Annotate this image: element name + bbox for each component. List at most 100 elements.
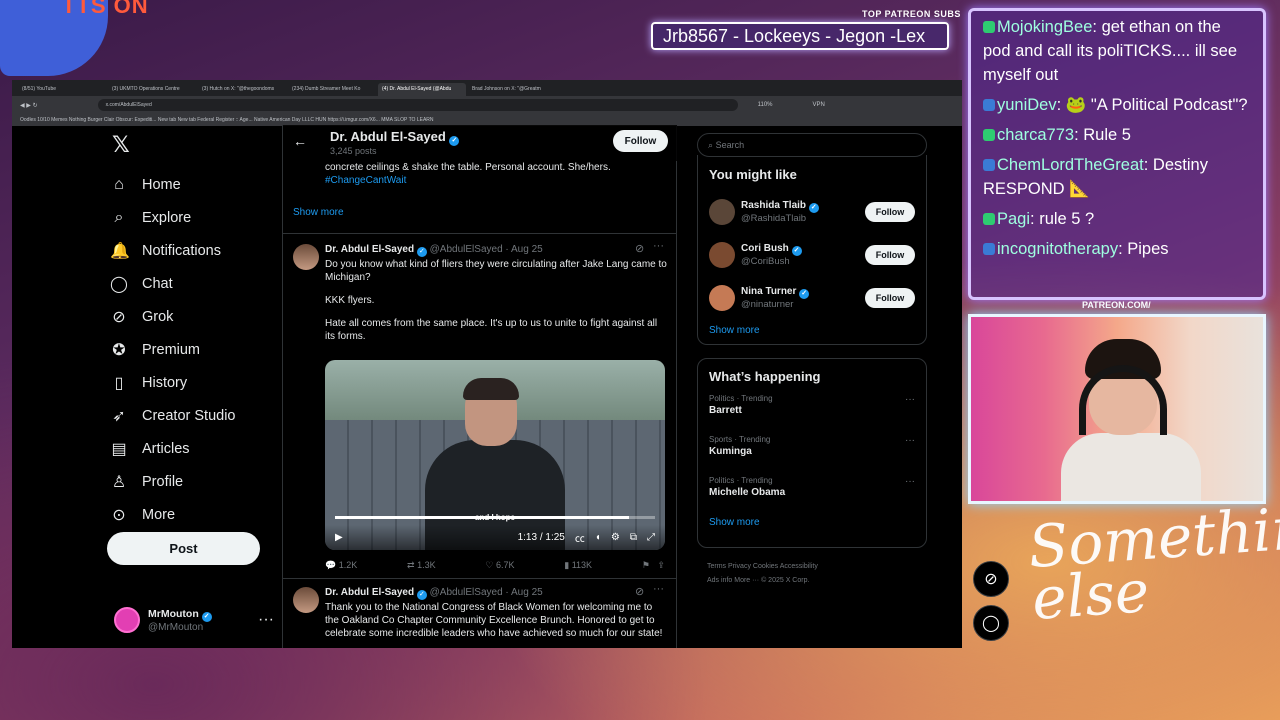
chat-username[interactable]: charca773 <box>997 126 1074 144</box>
trend-name: Michelle Obama <box>709 487 786 498</box>
heart-icon: ♡ <box>485 560 494 570</box>
follow-button[interactable]: Follow <box>865 287 915 308</box>
tweet-author[interactable]: Dr. Abdul El-Sayed <box>325 587 414 598</box>
avatar[interactable] <box>709 241 735 268</box>
repost-count: 1.3K <box>417 560 436 570</box>
tweet-date[interactable]: Aug 25 <box>511 244 543 255</box>
browser-tab[interactable]: (8/51) YouTube <box>18 83 106 96</box>
sidebar-item-articles[interactable]: ▤ Articles <box>110 432 310 465</box>
account-name: MrMouton <box>148 607 199 620</box>
account-name[interactable]: Cori Bush <box>741 243 789 254</box>
chat-fab-icon[interactable]: ◯ <box>973 605 1009 641</box>
search-input[interactable]: ⌕ Search <box>697 133 927 157</box>
tweet-handle[interactable]: @AbdulElSayed <box>430 587 503 598</box>
more-dots-icon[interactable]: ··· <box>905 435 915 446</box>
tweet[interactable]: Dr. Abdul El-Sayed ✓ @AbdulElSayed · Aug… <box>283 233 677 578</box>
account-switcher[interactable]: MrMouton ✓ @MrMouton ··· <box>114 605 274 635</box>
suggested-account[interactable]: Rashida Tlaib ✓ @RashidaTlaib Follow <box>709 190 915 233</box>
chat-colon: : <box>1074 126 1084 144</box>
more-dots-icon[interactable]: ··· <box>905 394 915 405</box>
account-name[interactable]: Nina Turner <box>741 286 796 297</box>
avatar[interactable] <box>709 284 735 311</box>
share-icon[interactable]: ⇪ <box>657 560 665 570</box>
url-field[interactable]: x.com/AbdulElSayed <box>97 99 738 111</box>
play-icon[interactable]: ▶ <box>335 532 343 543</box>
nav-arrows-icon[interactable]: ◀ ▶ ↻ <box>20 102 38 109</box>
sidebar-item-home[interactable]: ⌂ Home <box>110 168 310 201</box>
sidebar-item-premium[interactable]: ✪ Premium <box>110 333 310 366</box>
profile-bio: concrete ceilings & shake the table. Per… <box>325 161 655 187</box>
more-dots-icon[interactable]: ··· <box>905 476 915 487</box>
chat-username[interactable]: MojokingBee <box>997 18 1092 36</box>
follow-button[interactable]: Follow <box>613 130 668 152</box>
avatar[interactable] <box>293 244 319 270</box>
tweet-video[interactable]: and I hope ▶ 1:13 / 1:25 ㏄ ◖ ⚙ ⧉ ⤢ <box>325 360 665 550</box>
sidebar-item-creator-studio[interactable]: ➶ Creator Studio <box>110 399 310 432</box>
sidebar-item-more[interactable]: ⊙ More <box>110 498 310 531</box>
show-more-link[interactable]: Show more <box>709 517 915 528</box>
browser-tab[interactable]: (3) UKMTO Operations Centre <box>108 83 196 96</box>
browser-tab[interactable]: (3) Hutch on X: "@thegoondoms <box>198 83 286 96</box>
bookmark-icon[interactable]: ⚑ <box>642 560 650 570</box>
sidebar-item-label: History <box>142 374 188 391</box>
reply-button[interactable]: 💬 1.2K <box>325 560 357 571</box>
chat-username[interactable]: Pagi <box>997 210 1030 228</box>
trend-item[interactable]: Sports · Trending Kuminga ··· <box>709 435 915 476</box>
browser-tab[interactable]: (4) Dr. Abdul El-Sayed (@Abdu <box>378 83 466 96</box>
x-logo-icon[interactable]: 𝕏 <box>112 133 130 158</box>
footer-line[interactable]: Terms Privacy Cookies Accessibility <box>707 560 927 574</box>
trend-item[interactable]: Politics · Trending Michelle Obama ··· <box>709 476 915 517</box>
fullscreen-icon[interactable]: ⤢ <box>647 532 655 543</box>
views-button[interactable]: ▮ 113K <box>564 560 592 571</box>
sidebar-item-chat[interactable]: ◯ Chat <box>110 267 310 300</box>
sidebar-item-grok[interactable]: ⊘ Grok <box>110 300 310 333</box>
chat-username[interactable]: yuniDev <box>997 96 1057 114</box>
avatar[interactable] <box>293 587 319 613</box>
show-more-link[interactable]: Show more <box>293 207 344 218</box>
back-arrow-icon[interactable]: ← <box>293 133 307 149</box>
sidebar-item-explore[interactable]: ⌕ Explore <box>110 201 310 234</box>
webcam <box>968 314 1266 504</box>
bookmark-share[interactable]: ⚑ ⇪ <box>642 560 665 571</box>
grok-fab-icon[interactable]: ⊘ <box>973 561 1009 597</box>
post-button[interactable]: Post <box>107 532 260 565</box>
sidebar-item-profile[interactable]: ♙ Profile <box>110 465 310 498</box>
tweet-handle[interactable]: @AbdulElSayed <box>430 244 503 255</box>
more-dots-icon[interactable]: ··· <box>653 583 664 595</box>
settings-icon[interactable]: ⚙ <box>611 532 620 543</box>
account-handle: @MrMouton <box>148 621 204 633</box>
chat-username[interactable]: ChemLordTheGreat <box>997 156 1144 174</box>
follow-button[interactable]: Follow <box>865 244 915 265</box>
suggested-account[interactable]: Cori Bush ✓ @CoriBush Follow <box>709 233 915 276</box>
vpn-badge[interactable]: VPN <box>813 102 825 108</box>
more-dots-icon[interactable]: ··· <box>258 611 274 629</box>
tweet[interactable]: Dr. Abdul El-Sayed ✓ @AbdulElSayed · Aug… <box>283 578 677 648</box>
account-name[interactable]: Rashida Tlaib <box>741 200 806 211</box>
sidebar-item-history[interactable]: ▯ History <box>110 366 310 399</box>
follow-button[interactable]: Follow <box>865 201 915 222</box>
avatar[interactable] <box>709 198 735 225</box>
chat-colon: : <box>1030 210 1040 228</box>
pip-icon[interactable]: ⧉ <box>630 532 637 543</box>
tweet-date[interactable]: Aug 25 <box>511 587 543 598</box>
browser-tab[interactable]: (234) Dumb Streamer Meet Ko <box>288 83 376 96</box>
suggested-account[interactable]: Nina Turner ✓ @ninaturner Follow <box>709 276 915 319</box>
zoom-level[interactable]: 110% <box>758 102 773 108</box>
footer-line[interactable]: Ads info More ··· © 2025 X Corp. <box>707 574 927 588</box>
like-button[interactable]: ♡ 6.7K <box>485 560 514 571</box>
volume-icon[interactable]: ◖ <box>595 532 601 543</box>
trend-item[interactable]: Politics · Trending Barrett ··· <box>709 394 915 435</box>
show-more-link[interactable]: Show more <box>709 325 915 336</box>
tweet-author[interactable]: Dr. Abdul El-Sayed <box>325 244 414 255</box>
you-might-like-title: You might like <box>709 167 797 182</box>
captions-icon[interactable]: ㏄ <box>575 530 585 545</box>
more-dots-icon[interactable]: ··· <box>653 240 664 252</box>
chat-username[interactable]: incognitotherapy <box>997 240 1118 258</box>
browser-tab[interactable]: Brad Johnson on X: "@Greatm <box>468 83 556 96</box>
grok-icon[interactable]: ⊘ <box>635 585 644 598</box>
account-name-row: Cori Bush ✓ <box>741 243 802 256</box>
repost-button[interactable]: ⇄ 1.3K <box>407 560 436 571</box>
bio-hashtag[interactable]: #ChangeCantWait <box>325 174 655 187</box>
grok-icon[interactable]: ⊘ <box>635 242 644 255</box>
sidebar-item-notifications[interactable]: 🔔 Notifications <box>110 234 310 267</box>
